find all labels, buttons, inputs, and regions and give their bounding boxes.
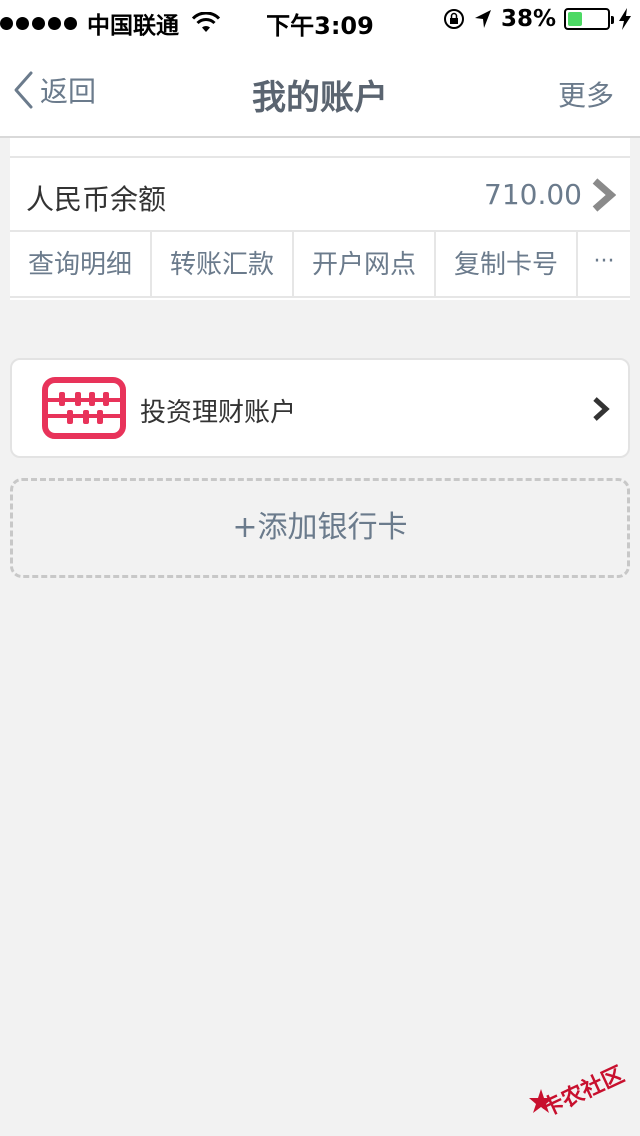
battery-icon	[564, 8, 614, 30]
battery-percent: 38%	[500, 6, 556, 32]
account-card: 人民币余额 710.00 查询明细 转账汇款 开户网点 复制卡号 ···	[10, 138, 630, 300]
investment-account-label: 投资理财账户	[140, 398, 297, 428]
card-top-strip	[10, 138, 630, 158]
transfer-button[interactable]: 转账汇款	[152, 232, 294, 298]
status-bar: 中国联通 下午3:09 38%	[0, 0, 640, 40]
chevron-right-icon	[593, 397, 610, 421]
more-actions-button[interactable]: ···	[578, 232, 630, 298]
nav-bar: 返回 我的账户 更多	[0, 40, 640, 138]
location-arrow-icon	[474, 10, 491, 28]
chevron-right-icon	[592, 178, 616, 212]
query-details-button[interactable]: 查询明细	[10, 232, 152, 298]
add-bank-card-button[interactable]: +添加银行卡	[10, 478, 630, 578]
balance-label: 人民币余额	[26, 183, 167, 216]
battery-fill	[568, 12, 583, 26]
status-right: 38%	[443, 6, 632, 32]
watermark-text: 卡农社区	[537, 1062, 629, 1123]
abacus-icon	[42, 377, 126, 439]
branch-button[interactable]: 开户网点	[294, 232, 436, 298]
investment-account-item[interactable]: 投资理财账户	[10, 358, 630, 458]
balance-row[interactable]: 人民币余额 710.00	[10, 158, 630, 232]
balance-value: 710.00	[484, 178, 582, 211]
page-title: 我的账户	[252, 78, 388, 118]
charging-bolt-icon	[619, 8, 631, 30]
rotation-lock-icon	[443, 9, 464, 29]
copy-card-number-button[interactable]: 复制卡号	[436, 232, 578, 298]
watermark-logo: 卡农社区	[529, 1062, 632, 1124]
account-actions: 查询明细 转账汇款 开户网点 复制卡号 ···	[10, 232, 630, 298]
more-button[interactable]: 更多	[558, 74, 614, 114]
